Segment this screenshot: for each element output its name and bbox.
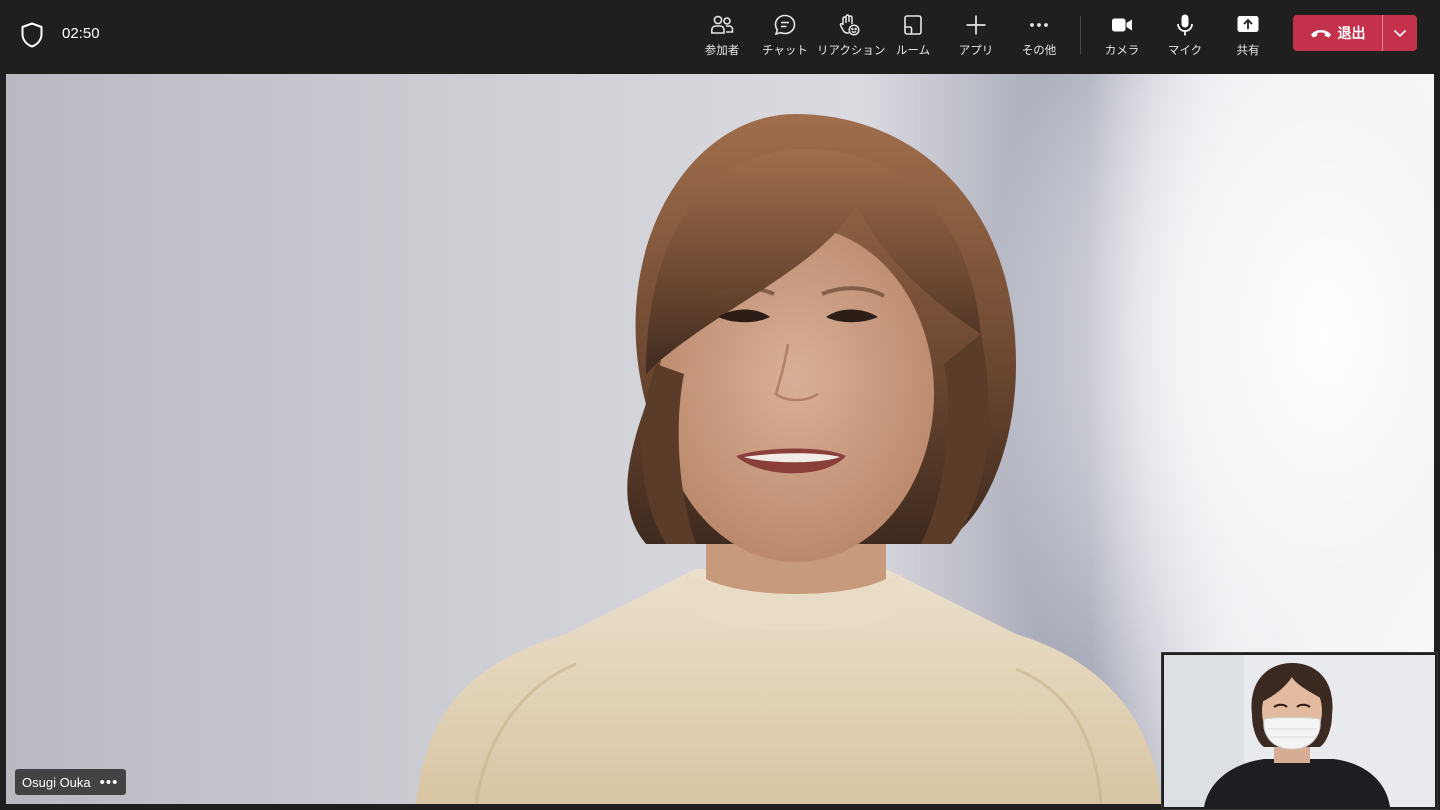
shield-icon[interactable]: [20, 22, 44, 48]
breakout-rooms-icon: [904, 15, 922, 35]
rooms-label: ルーム: [895, 43, 931, 57]
microphone-icon: [1177, 14, 1193, 36]
apps-button[interactable]: アプリ: [944, 10, 1008, 64]
share-screen-icon: [1237, 16, 1259, 32]
self-view-video[interactable]: [1161, 652, 1438, 810]
meeting-toolbar: 02:50 参加者 チャット リアクション ルーム アプリ その他 カメラ マイ…: [0, 0, 1440, 72]
reactions-button[interactable]: リアクション: [817, 10, 886, 64]
camera-label: カメラ: [1104, 43, 1140, 57]
share-button[interactable]: 共有: [1216, 10, 1280, 64]
toolbar-divider: [1080, 16, 1081, 54]
participants-button[interactable]: 参加者: [690, 10, 754, 64]
meeting-timer: 02:50: [62, 25, 100, 42]
leave-button-group: 退出: [1293, 15, 1417, 51]
camera-button[interactable]: カメラ: [1090, 10, 1154, 64]
chat-button[interactable]: チャット: [753, 10, 817, 64]
more-dots-icon: [1030, 23, 1048, 27]
mic-label: マイク: [1167, 43, 1203, 57]
people-icon: [711, 15, 734, 34]
participant-more-icon[interactable]: •••: [100, 775, 119, 790]
reactions-label: リアクション: [817, 43, 886, 57]
leave-options-button[interactable]: [1383, 15, 1417, 51]
share-label: 共有: [1236, 43, 1260, 57]
self-video: [1164, 655, 1435, 807]
participant-name-tag: Osugi Ouka •••: [15, 769, 127, 795]
leave-label: 退出: [1337, 26, 1366, 42]
plus-icon: [966, 15, 986, 35]
raise-hand-icon: [839, 14, 860, 36]
participants-label: 参加者: [704, 43, 740, 57]
camera-icon: [1112, 18, 1132, 32]
participant-name: Osugi Ouka: [22, 774, 91, 790]
hang-up-icon: [1310, 30, 1331, 38]
chevron-down-icon: [1393, 29, 1407, 38]
chat-label: チャット: [762, 43, 808, 57]
more-button[interactable]: その他: [1007, 10, 1071, 64]
leave-button[interactable]: 退出: [1293, 15, 1382, 51]
rooms-button[interactable]: ルーム: [881, 10, 945, 64]
apps-label: アプリ: [958, 43, 994, 57]
mic-button[interactable]: マイク: [1153, 10, 1217, 64]
chat-icon: [774, 14, 796, 36]
more-label: その他: [1021, 43, 1057, 57]
